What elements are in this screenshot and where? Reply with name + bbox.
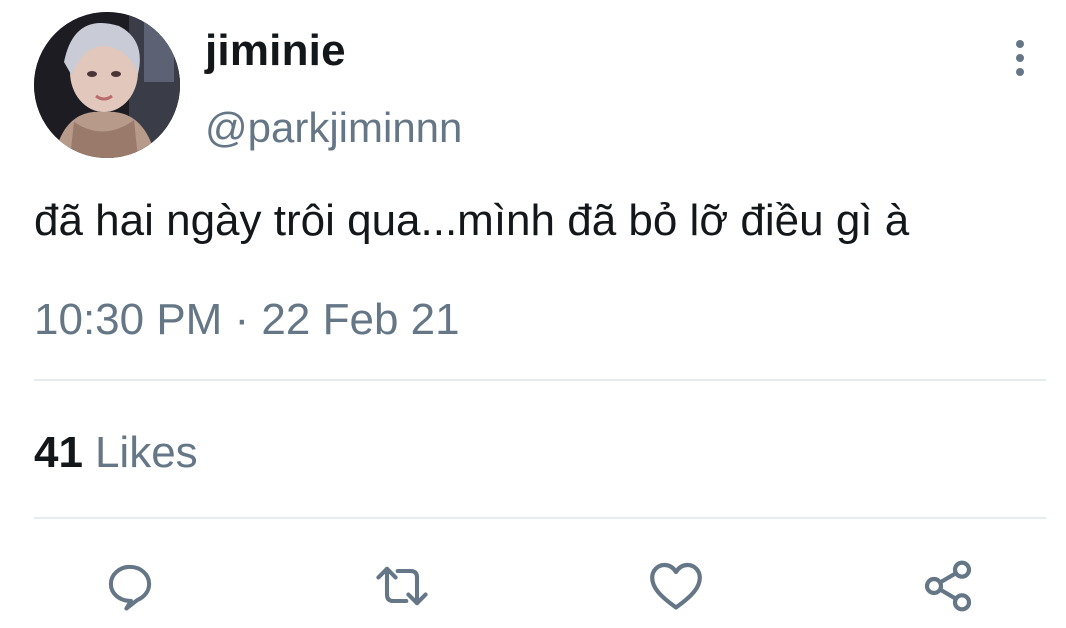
share-icon [924,560,972,612]
more-dot [1016,54,1024,62]
retweet-icon [376,566,428,606]
more-dot [1016,68,1024,76]
more-options-icon[interactable] [1002,36,1038,80]
share-button[interactable] [918,556,978,616]
avatar-image [34,12,180,158]
likes-stat[interactable]: 41 Likes [34,428,198,478]
tweet-timestamp[interactable]: 10:30 PM · 22 Feb 21 [34,295,460,345]
divider [34,379,1046,381]
likes-label: Likes [94,428,198,477]
likes-count: 41 [34,428,83,477]
display-name[interactable]: jiminie [205,26,346,76]
avatar[interactable] [34,12,180,158]
like-button[interactable] [646,556,706,616]
divider [34,517,1046,519]
reply-button[interactable] [100,556,160,616]
retweet-button[interactable] [372,556,432,616]
tweet-text: đã hai ngày trôi qua...mình đã bỏ lỡ điề… [34,196,910,245]
reply-icon [108,564,152,611]
username-handle[interactable]: @parkjiminnn [205,104,462,152]
more-dot [1016,40,1024,48]
like-heart-icon [650,562,702,610]
